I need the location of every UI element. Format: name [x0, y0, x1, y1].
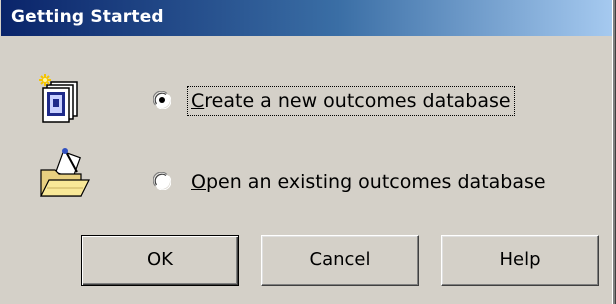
title-bar[interactable]: Getting Started [1, 0, 613, 36]
help-button[interactable]: Help [441, 235, 599, 286]
option-open-existing[interactable]: Open an existing outcomes database [151, 167, 581, 199]
option-create-new[interactable]: Create a new outcomes database [151, 86, 581, 118]
ok-button[interactable]: OK [81, 235, 239, 286]
option-create-new-label[interactable]: Create a new outcomes database [187, 86, 515, 116]
option-open-existing-label[interactable]: Open an existing outcomes database [187, 167, 550, 197]
window-title: Getting Started [11, 7, 164, 27]
radio-create-new[interactable] [152, 90, 172, 110]
window-right-edge [612, 0, 616, 304]
radio-selected-dot [159, 97, 165, 103]
open-folder-icon [37, 148, 93, 204]
radio-open-existing[interactable] [152, 171, 172, 191]
new-document-icon [35, 72, 83, 124]
getting-started-dialog: Getting Started Create a new outcomes da… [0, 0, 613, 304]
cancel-button[interactable]: Cancel [261, 235, 419, 286]
